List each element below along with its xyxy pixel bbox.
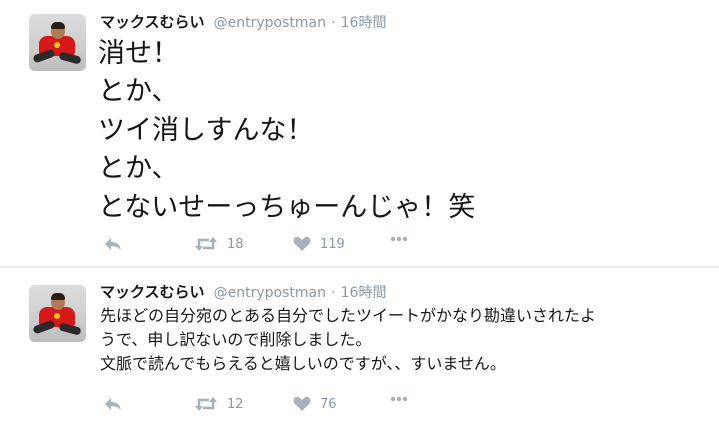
tweet-timestamp[interactable]: 16時間: [341, 285, 387, 301]
reply-button[interactable]: [103, 236, 123, 252]
heart-icon: [293, 236, 311, 251]
tweet-text-line: とか、: [98, 76, 179, 108]
user-handle[interactable]: @entrypostman: [214, 15, 326, 31]
retweet-count: 12: [227, 396, 244, 412]
retweet-icon: [195, 237, 217, 251]
retweet-icon: [195, 397, 217, 411]
tweet-header: マックスむらい @entrypostman · 16時間: [100, 11, 386, 32]
more-dots-icon: [390, 396, 408, 402]
user-name[interactable]: マックスむらい: [100, 283, 205, 301]
retweet-count: 18: [227, 236, 244, 252]
like-button[interactable]: 76: [293, 396, 337, 412]
like-count: 119: [320, 236, 345, 252]
tweet-actions: 12 76: [0, 396, 719, 418]
separator-dot: ·: [331, 285, 336, 301]
tweet-text-line: とか、: [98, 153, 179, 185]
tweet: マックスむらい @entrypostman · 16時間 消せ！ とか、 ツイ消…: [0, 0, 719, 266]
reply-button[interactable]: [103, 396, 123, 412]
separator-dot: ·: [331, 15, 336, 31]
retweet-button[interactable]: 18: [194, 236, 244, 252]
tweet: マックスむらい @entrypostman · 16時間 先ほどの自分宛のとある…: [0, 268, 719, 423]
reply-icon: [105, 398, 121, 410]
tweet-header: マックスむらい @entrypostman · 16時間: [100, 281, 386, 302]
more-dots-icon: [390, 236, 408, 242]
more-button[interactable]: [390, 236, 408, 242]
tweet-text-line: ツイ消しすんな！: [98, 114, 314, 146]
tweet-timestamp[interactable]: 16時間: [341, 15, 387, 31]
tweet-text-line: 先ほどの自分宛のとある自分でしたツイートがかなり勘違いされたよ: [100, 306, 597, 325]
avatar[interactable]: [29, 14, 86, 71]
user-name[interactable]: マックスむらい: [100, 13, 205, 31]
reply-icon: [105, 238, 121, 250]
tweet-text: 消せ！ とか、 ツイ消しすんな！ とか、 とないせーっちゅーんじゃ！笑: [98, 35, 475, 227]
heart-icon: [293, 396, 311, 411]
tweet-text: 先ほどの自分宛のとある自分でしたツイートがかなり勘違いされたよ うで、申し訳ない…: [100, 304, 712, 376]
like-count: 76: [320, 396, 337, 412]
avatar[interactable]: [29, 285, 86, 342]
user-handle[interactable]: @entrypostman: [214, 285, 326, 301]
retweet-button[interactable]: 12: [194, 396, 244, 412]
tweet-text-line: 文脈で読んでもらえると嬉しいのですが、、すいません。: [100, 354, 506, 373]
tweet-text-line: うで、申し訳ないので削除しました。: [100, 330, 372, 349]
tweet-text-line: 消せ！: [98, 38, 179, 69]
more-button[interactable]: [390, 396, 408, 402]
like-button[interactable]: 119: [293, 236, 345, 252]
tweet-text-line: とないせーっちゅーんじゃ！笑: [98, 191, 476, 223]
tweet-actions: 18 119: [0, 236, 719, 258]
